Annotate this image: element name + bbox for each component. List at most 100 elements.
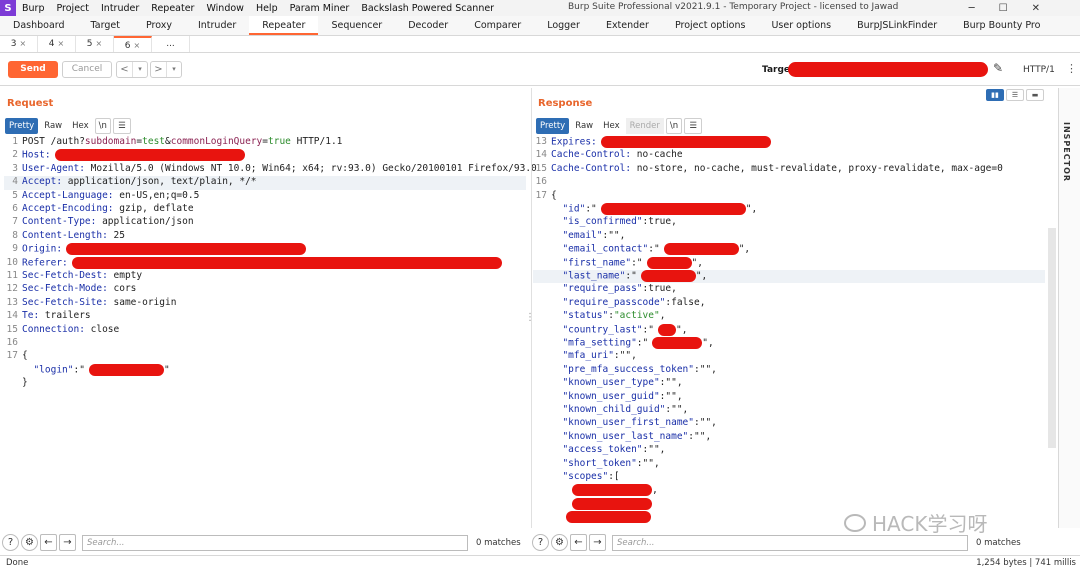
tool-tab[interactable]: Burp Bounty Pro bbox=[950, 16, 1053, 35]
line-number bbox=[533, 444, 547, 457]
line-content: Te: trailers bbox=[22, 310, 91, 323]
menu-item[interactable]: Project bbox=[50, 3, 95, 14]
help-icon[interactable]: ? bbox=[532, 534, 549, 551]
tool-tab[interactable]: Intruder bbox=[185, 16, 249, 35]
back-arrow-icon[interactable]: < bbox=[117, 62, 132, 77]
view-tab[interactable]: Pretty bbox=[536, 118, 570, 134]
line-number bbox=[533, 216, 547, 229]
menu-item[interactable]: Backslash Powered Scanner bbox=[355, 3, 500, 14]
view-tab[interactable]: Hex bbox=[68, 118, 93, 134]
code-line: 13 Expires: bbox=[533, 136, 1045, 149]
close-tab-icon[interactable]: × bbox=[134, 41, 141, 50]
layout-side-by-side-icon[interactable]: ▮▮ bbox=[986, 89, 1004, 101]
repeater-subtabs: 3 × 4 × 5 × 6 ×... bbox=[0, 36, 1080, 53]
code-line: "country_last":" ", bbox=[533, 323, 1045, 337]
tool-tab[interactable]: Sequencer bbox=[318, 16, 395, 35]
code-line: 9 Origin: bbox=[4, 243, 526, 256]
menu-item[interactable]: Window bbox=[200, 3, 249, 14]
code-line: "status":"active", bbox=[533, 310, 1045, 323]
code-token: Connection: bbox=[22, 323, 85, 335]
view-tab[interactable]: ☰ bbox=[684, 118, 703, 134]
view-tab[interactable]: Hex bbox=[599, 118, 624, 134]
tool-tab[interactable]: User options bbox=[758, 16, 844, 35]
request-editor[interactable]: 1 POST /auth?subdomain=test&commonLoginQu… bbox=[4, 136, 537, 526]
line-content: } bbox=[22, 377, 28, 390]
protocol-label[interactable]: HTTP/1 bbox=[1023, 65, 1055, 75]
redaction-mark bbox=[652, 337, 703, 349]
maximize-icon[interactable]: ☐ bbox=[999, 3, 1008, 14]
response-scrollbar[interactable] bbox=[1048, 228, 1056, 448]
code-line: 7 Content-Type: application/json bbox=[4, 216, 526, 229]
search-previous-icon[interactable]: ← bbox=[40, 534, 57, 551]
view-tab[interactable]: \n bbox=[94, 118, 111, 134]
search-previous-icon[interactable]: ← bbox=[570, 534, 587, 551]
tool-tab[interactable]: Repeater bbox=[249, 16, 319, 35]
tool-tab[interactable]: Proxy bbox=[133, 16, 185, 35]
menu-item[interactable]: Param Miner bbox=[284, 3, 356, 14]
minimize-icon[interactable]: ─ bbox=[969, 3, 975, 14]
tool-tab[interactable]: Dashboard bbox=[0, 16, 78, 35]
send-button[interactable]: Send bbox=[8, 61, 58, 78]
view-tab[interactable]: \n bbox=[665, 118, 683, 134]
view-tab[interactable]: Raw bbox=[571, 118, 597, 134]
menu-item[interactable]: Intruder bbox=[95, 3, 145, 14]
repeater-tab[interactable]: 5 × bbox=[76, 36, 114, 52]
line-number: 12 bbox=[6, 283, 18, 295]
code-line: 8 Content-Length: 25 bbox=[4, 230, 526, 243]
inspector-label[interactable]: INSPECTOR bbox=[1062, 122, 1071, 182]
settings-gear-icon[interactable]: ⚙ bbox=[21, 534, 38, 551]
layout-tabs-icon[interactable]: ▬ bbox=[1026, 89, 1044, 101]
repeater-tab[interactable]: 3 × bbox=[0, 36, 38, 52]
code-line: "scopes":[ bbox=[533, 471, 1045, 484]
view-tab[interactable]: Pretty bbox=[5, 118, 39, 134]
response-editor[interactable]: 13 Expires: 14 Cache-Control: no-cache 15 Cac… bbox=[533, 136, 1045, 526]
search-next-icon[interactable]: → bbox=[589, 534, 606, 551]
repeater-tab[interactable]: ... bbox=[152, 36, 190, 52]
close-tab-icon[interactable]: × bbox=[96, 39, 103, 48]
search-next-icon[interactable]: → bbox=[59, 534, 76, 551]
layout-stacked-icon[interactable]: ☰ bbox=[1006, 89, 1024, 101]
code-token: Expires: bbox=[551, 136, 597, 148]
menu-item[interactable]: Burp bbox=[16, 3, 50, 14]
code-token: :"", bbox=[613, 350, 637, 362]
tool-tab[interactable]: Logger bbox=[534, 16, 593, 35]
repeater-tab[interactable]: 6 × bbox=[114, 36, 152, 52]
code-line: "known_user_first_name":"", bbox=[533, 417, 1045, 430]
close-tab-icon[interactable]: × bbox=[20, 39, 27, 48]
line-content: "id":" ", bbox=[551, 203, 757, 216]
line-content: Sec-Fetch-Site: same-origin bbox=[22, 297, 176, 310]
view-tab[interactable]: Render bbox=[625, 118, 664, 134]
tool-tab[interactable]: Project options bbox=[662, 16, 759, 35]
forward-dropdown-icon[interactable]: ▾ bbox=[166, 62, 181, 77]
tool-tab[interactable]: Decoder bbox=[395, 16, 461, 35]
code-line: } bbox=[4, 377, 526, 390]
view-tab[interactable]: Raw bbox=[40, 118, 66, 134]
edit-target-icon[interactable]: ✎ bbox=[993, 61, 1003, 75]
view-tab[interactable]: ☰ bbox=[112, 118, 131, 134]
line-number bbox=[533, 257, 547, 270]
code-token: "country_last" bbox=[551, 324, 643, 336]
menu-item[interactable]: Help bbox=[250, 3, 284, 14]
more-options-icon[interactable]: ⋮ bbox=[1066, 62, 1077, 75]
line-number bbox=[533, 377, 547, 390]
close-tab-icon[interactable]: × bbox=[58, 39, 65, 48]
tool-tab[interactable]: BurpJSLinkFinder bbox=[844, 16, 950, 35]
repeater-tab-label: 5 bbox=[86, 39, 93, 49]
tool-tab[interactable]: Target bbox=[78, 16, 133, 35]
tool-tab[interactable]: Comparer bbox=[461, 16, 534, 35]
cancel-button[interactable]: Cancel bbox=[62, 61, 112, 78]
forward-arrow-icon[interactable]: > bbox=[151, 62, 166, 77]
settings-gear-icon[interactable]: ⚙ bbox=[551, 534, 568, 551]
tool-tab[interactable]: Extender bbox=[593, 16, 662, 35]
close-icon[interactable]: ✕ bbox=[1032, 3, 1040, 14]
line-number: 17 bbox=[6, 350, 18, 362]
menu-item[interactable]: Repeater bbox=[145, 3, 200, 14]
back-dropdown-icon[interactable]: ▾ bbox=[132, 62, 147, 77]
help-icon[interactable]: ? bbox=[2, 534, 19, 551]
pane-divider[interactable] bbox=[531, 88, 532, 528]
repeater-tab[interactable]: 4 × bbox=[38, 36, 76, 52]
request-search-input[interactable]: Search... bbox=[82, 534, 468, 551]
line-number: 2 bbox=[12, 149, 18, 161]
code-line: 11 Sec-Fetch-Dest: empty bbox=[4, 270, 526, 283]
